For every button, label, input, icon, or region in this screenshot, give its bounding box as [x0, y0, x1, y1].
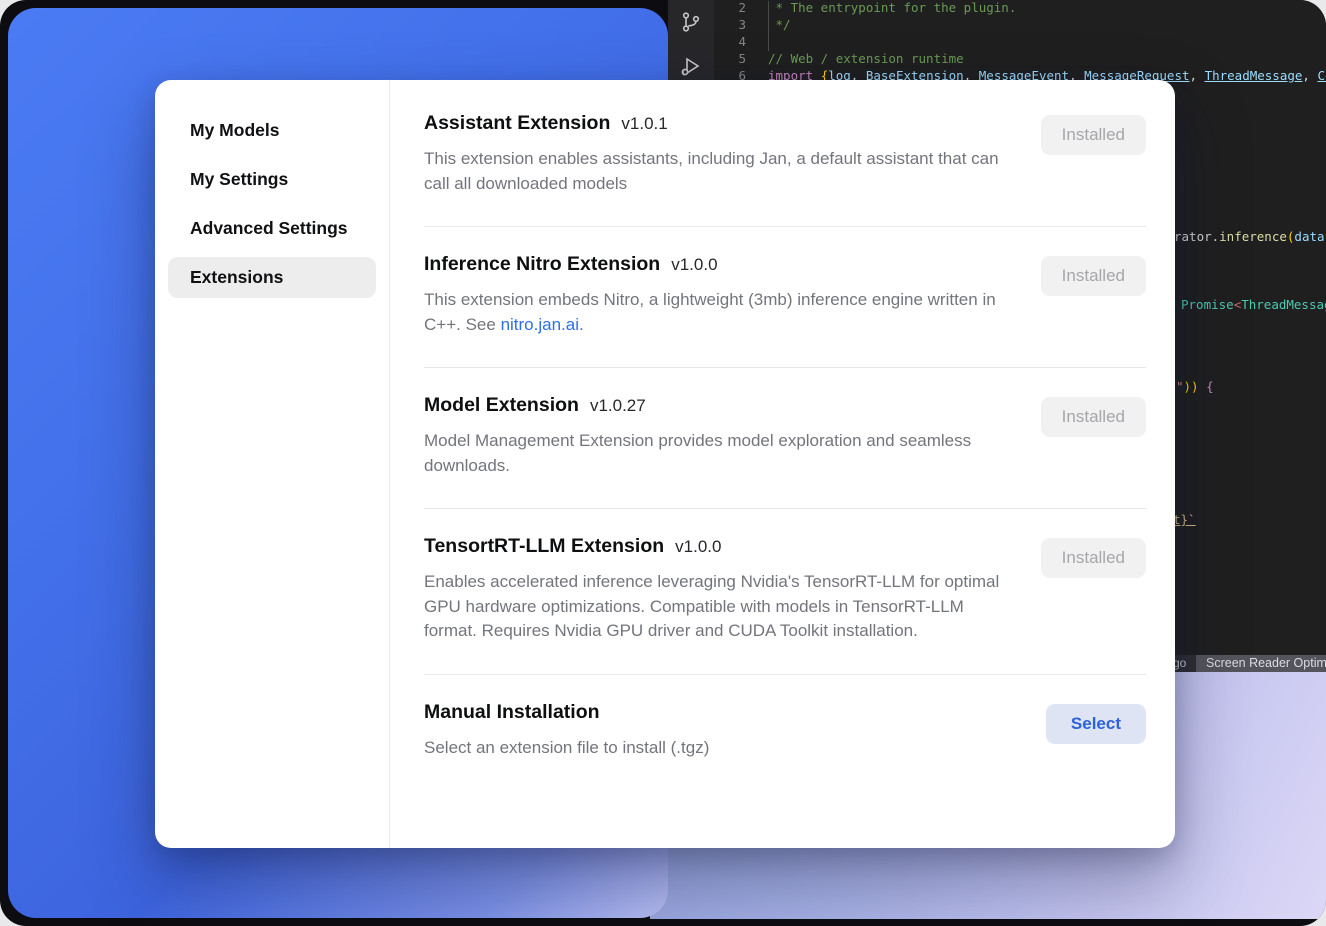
extension-info: Inference Nitro Extension v1.0.0 This ext…: [424, 253, 1009, 337]
code-fragment: rator.inference(data));: [1174, 228, 1326, 245]
sidebar-item-my-models[interactable]: My Models: [168, 110, 376, 151]
extension-title: TensortRT-LLM Extension: [424, 535, 664, 557]
extension-version: v1.0.0: [671, 255, 717, 274]
extension-version: v1.0.0: [675, 537, 721, 556]
installed-button[interactable]: Installed: [1041, 397, 1146, 437]
installed-button[interactable]: Installed: [1041, 115, 1146, 155]
installed-button[interactable]: Installed: [1041, 538, 1146, 578]
line-number: 4: [714, 33, 746, 50]
extension-row-nitro: Inference Nitro Extension v1.0.0 This ext…: [424, 227, 1146, 368]
status-text: go: [1173, 655, 1186, 672]
extension-description: This extension embeds Nitro, a lightweig…: [424, 288, 1009, 337]
extension-info: Assistant Extension v1.0.1 This extension…: [424, 112, 1009, 196]
installed-button[interactable]: Installed: [1041, 256, 1146, 296]
line-number: 5: [714, 50, 746, 67]
line-number: 2: [714, 0, 746, 16]
select-button[interactable]: Select: [1046, 704, 1146, 744]
extension-version: v1.0.27: [590, 396, 646, 415]
extension-description: Enables accelerated inference leveraging…: [424, 570, 1009, 644]
extension-row-assistant: Assistant Extension v1.0.1 This extension…: [424, 104, 1146, 227]
extension-title: Manual Installation: [424, 701, 600, 723]
code-line: 2 * The entrypoint for the plugin.: [714, 0, 1326, 16]
screen-reader-status-chip[interactable]: Screen Reader Optimize: [1196, 655, 1326, 672]
extension-title: Assistant Extension: [424, 112, 610, 134]
extension-row-tensorrt: TensortRT-LLM Extension v1.0.0 Enables ac…: [424, 509, 1146, 675]
settings-sidebar: My Models My Settings Advanced Settings …: [155, 80, 390, 848]
code-line: 5// Web / extension runtime: [714, 50, 1326, 67]
code-line: 3 */: [714, 16, 1326, 33]
code-fragment: Promise<ThreadMessage>: [1181, 296, 1326, 313]
sidebar-item-extensions[interactable]: Extensions: [168, 257, 376, 298]
code-fragment: ")) {: [1176, 378, 1214, 395]
extension-title: Inference Nitro Extension: [424, 253, 660, 275]
extension-list: Assistant Extension v1.0.1 This extension…: [390, 80, 1175, 848]
code-fragment: t}`: [1173, 511, 1196, 528]
code-line: 4: [714, 33, 1326, 50]
extension-description: Model Management Extension provides mode…: [424, 429, 1009, 478]
extension-info: Model Extension v1.0.27 Model Management …: [424, 394, 1009, 478]
extension-description: This extension enables assistants, inclu…: [424, 147, 1009, 196]
extension-row-manual-install: Manual Installation Select an extension …: [424, 675, 1146, 791]
sidebar-item-advanced-settings[interactable]: Advanced Settings: [168, 208, 376, 249]
extension-info: Manual Installation Select an extension …: [424, 701, 709, 761]
extension-version: v1.0.1: [621, 114, 667, 133]
source-control-icon[interactable]: [679, 10, 703, 34]
extension-row-model: Model Extension v1.0.27 Model Management …: [424, 368, 1146, 509]
code-lines: 2 * The entrypoint for the plugin.3 */45…: [714, 0, 1326, 84]
line-number: 3: [714, 16, 746, 33]
run-debug-icon[interactable]: [679, 54, 703, 78]
settings-card: My Models My Settings Advanced Settings …: [155, 80, 1175, 848]
extension-title: Model Extension: [424, 394, 579, 416]
extension-info: TensortRT-LLM Extension v1.0.0 Enables ac…: [424, 535, 1009, 644]
sidebar-item-my-settings[interactable]: My Settings: [168, 159, 376, 200]
screenshot-canvas: 2 * The entrypoint for the plugin.3 */45…: [0, 0, 1326, 926]
extension-description: Select an extension file to install (.tg…: [424, 736, 709, 761]
nitro-jan-ai-link[interactable]: nitro.jan.ai.: [501, 315, 584, 334]
